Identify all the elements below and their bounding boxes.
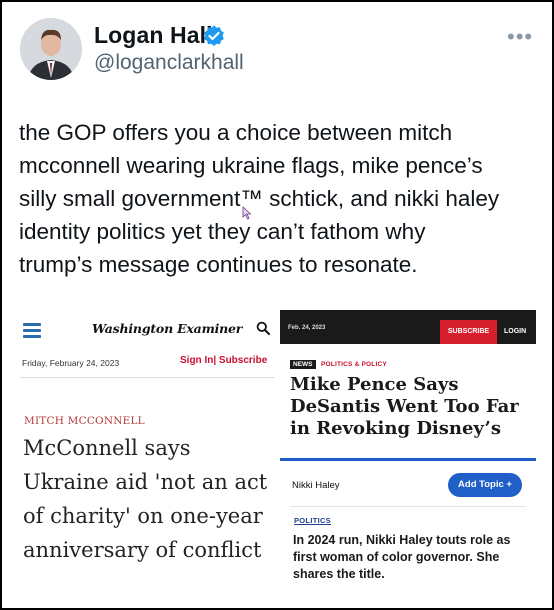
topbar-date: Feb. 24, 2023: [288, 325, 326, 331]
section-divider: [280, 458, 536, 461]
tweet-screenshot: Logan Hall @loganclarkhall ••• the GOP o…: [0, 0, 554, 610]
more-options-icon[interactable]: •••: [507, 26, 533, 48]
profile-name[interactable]: Logan Hall: [94, 22, 213, 49]
mouse-cursor-icon: [242, 206, 252, 220]
news-badge: NEWS: [290, 360, 316, 369]
article-headline: McConnell says Ukraine aid 'not an act o…: [23, 436, 268, 562]
article-category: POLITICS & POLICY: [321, 361, 387, 368]
profile-handle[interactable]: @loganclarkhall: [94, 51, 244, 75]
crop-edge: [280, 438, 536, 460]
article-headline-2: In 2024 run, Nikki Haley touts role as f…: [293, 533, 511, 581]
subscribe-button: SUBSCRIBE: [440, 320, 497, 344]
news-articles-screenshot[interactable]: Feb. 24, 2023 SUBSCRIBE LOGIN NEWS POLIT…: [280, 310, 536, 604]
search-icon: [256, 321, 270, 335]
avatar-photo-icon: [20, 18, 82, 80]
hamburger-menu-icon: [23, 323, 41, 338]
divider: [290, 506, 526, 507]
section-label: POLITICS: [294, 516, 331, 525]
tweet-text: the GOP offers you a choice between mitc…: [19, 120, 500, 277]
verified-badge-icon: [204, 25, 224, 46]
add-topic-button: Add Topic +: [448, 473, 522, 497]
article-date: Friday, February 24, 2023: [22, 358, 120, 368]
topic-name: Nikki Haley: [292, 480, 340, 491]
washington-examiner-screenshot[interactable]: Washington Examiner Friday, February 24,…: [10, 307, 275, 602]
avatar[interactable]: [20, 18, 82, 80]
divider: [20, 377, 275, 378]
login-link: LOGIN: [504, 328, 527, 335]
article-category: MITCH MCCONNELL: [24, 415, 145, 427]
publication-masthead: Washington Examiner: [92, 321, 243, 336]
signin-subscribe-link: Sign In| Subscribe: [180, 355, 268, 366]
